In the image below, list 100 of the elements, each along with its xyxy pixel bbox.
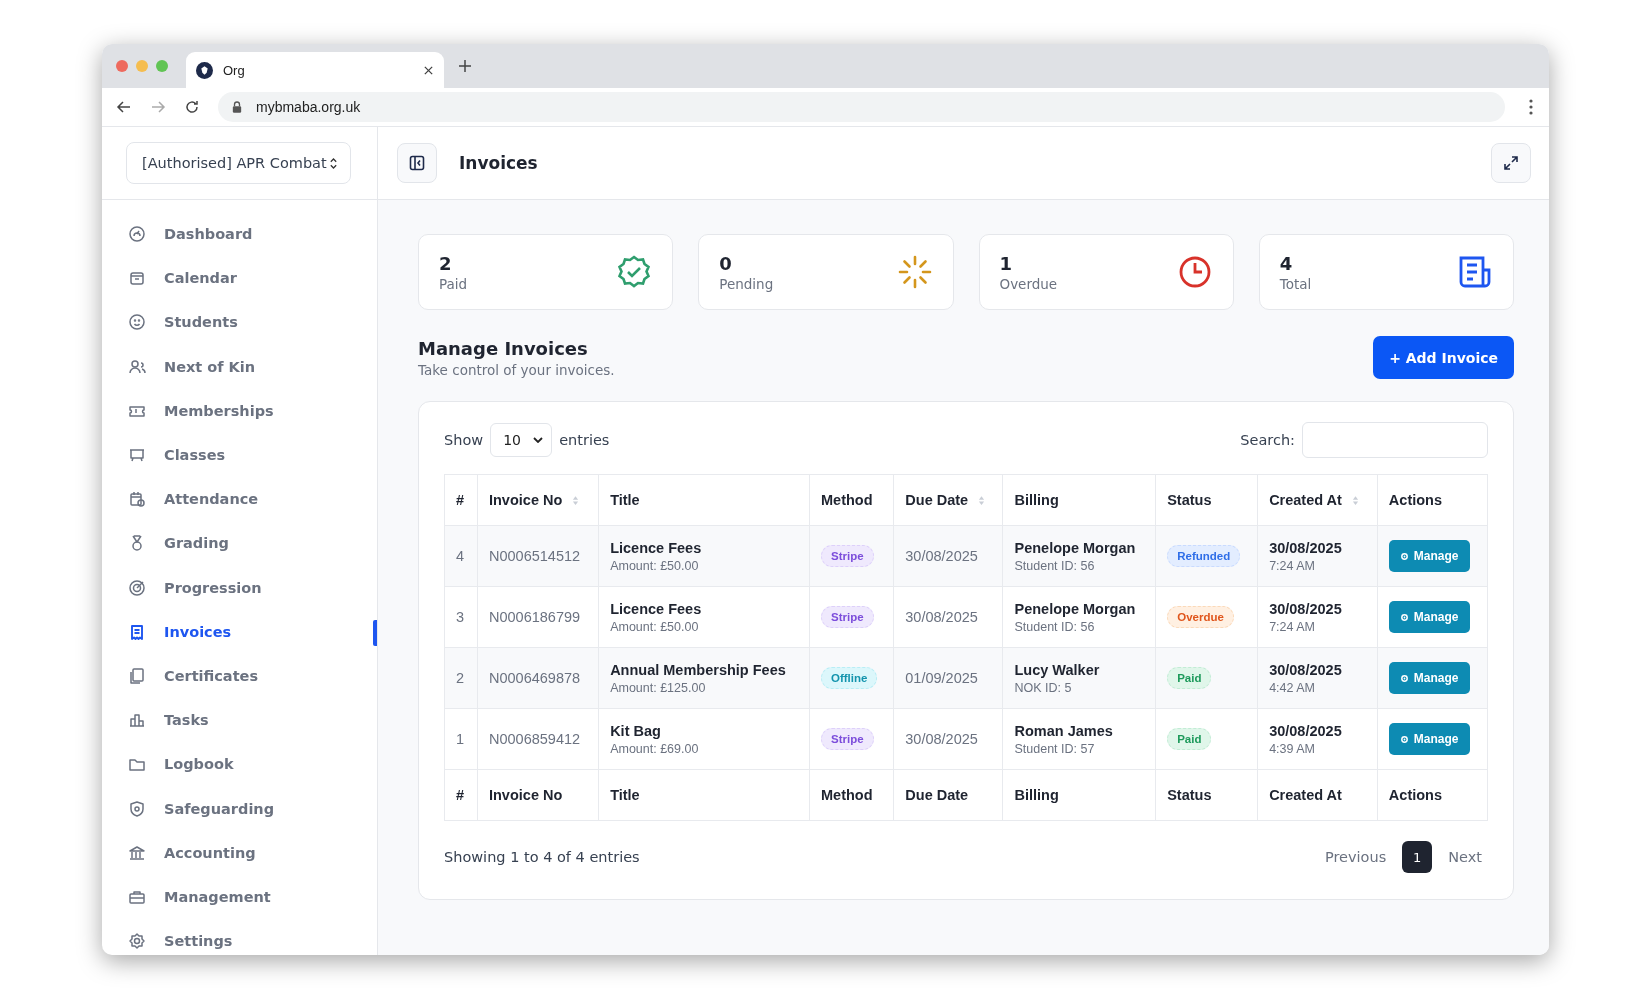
sidebar-toggle-button[interactable] (397, 143, 437, 183)
invoice-title: Kit Bag (610, 722, 662, 739)
calendar-clock-icon (127, 489, 147, 510)
billing-id: Student ID: 56 (1014, 619, 1096, 634)
sidebar-item[interactable]: Accounting (102, 830, 377, 875)
organisation-selector[interactable]: [Authorised] APR Combat (126, 142, 351, 184)
table-cell: N0006186799 (477, 586, 599, 648)
sidebar-item[interactable]: Calendar (102, 256, 377, 301)
sidebar-item[interactable]: Logbook (102, 742, 377, 787)
address-bar[interactable]: mybmaba.org.uk (218, 92, 1505, 122)
invoice-amount: Amount: £50.00 (610, 619, 700, 634)
active-indicator (373, 619, 377, 646)
sidebar-item[interactable]: Memberships (102, 388, 377, 433)
new-tab-icon[interactable] (458, 59, 472, 73)
column-footer: Due Date (893, 769, 1003, 821)
fullscreen-button[interactable] (1491, 143, 1531, 183)
settings-icon (127, 931, 147, 952)
manage-button[interactable]: Manage (1388, 601, 1470, 633)
page-title: Invoices (459, 153, 538, 173)
show-label: Show (444, 432, 484, 448)
search-field[interactable] (1302, 422, 1488, 458)
stat-value: 0 (719, 252, 733, 274)
status-badge: Paid (1167, 728, 1212, 750)
stat-value: 2 (439, 252, 453, 274)
status-badge: Overdue (1167, 606, 1234, 628)
browser-tab[interactable]: Org (186, 52, 444, 88)
sidebar-item[interactable]: Progression (102, 565, 377, 610)
sidebar-item[interactable]: Certificates (102, 653, 377, 699)
manage-button[interactable]: Manage (1388, 723, 1470, 755)
table-cell: N0006469878 (477, 647, 599, 709)
invoice-amount: Amount: £125.00 (610, 680, 707, 695)
site-logo-icon (196, 61, 213, 79)
method-badge: Stripe (821, 728, 874, 750)
section-subtitle: Take control of your invoices. (418, 361, 615, 378)
column-footer: Billing (1003, 769, 1156, 821)
previous-link[interactable]: Previous (1318, 849, 1393, 865)
column-header[interactable]: Invoice No (477, 474, 599, 526)
sidebar-item[interactable]: Students (102, 300, 377, 345)
table-cell: 01/09/2025 (893, 647, 1003, 709)
sidebar-item[interactable]: Attendance (102, 477, 377, 522)
sidebar-item[interactable]: Tasks (102, 698, 377, 743)
gear-icon (1399, 612, 1409, 622)
document-icon (1457, 254, 1493, 290)
reload-icon[interactable] (184, 99, 200, 115)
column-header: Method (809, 474, 894, 526)
column-header: Billing (1003, 474, 1156, 526)
column-header: # (444, 474, 478, 526)
sidebar-item[interactable]: Safeguarding (102, 786, 377, 831)
table-cell: 1 (444, 708, 478, 770)
documents-icon (127, 665, 147, 686)
column-footer: Created At (1257, 769, 1378, 821)
more-menu-icon[interactable] (1529, 99, 1533, 115)
entries-info: Showing 1 to 4 of 4 entries (444, 849, 640, 865)
column-footer: Actions (1377, 769, 1488, 821)
stat-label: Paid (439, 275, 468, 292)
created-date: 30/08/2025 (1269, 661, 1343, 678)
sidebar-item[interactable]: Classes (102, 432, 377, 478)
page-button[interactable]: 1 (1402, 841, 1433, 873)
sidebar-item[interactable]: Next of Kin (102, 344, 377, 389)
sidebar-item[interactable]: Invoices (102, 609, 377, 654)
created-time: 7:24 AM (1269, 558, 1316, 573)
close-icon[interactable] (423, 64, 434, 76)
created-date: 30/08/2025 (1269, 539, 1343, 556)
method-badge: Stripe (821, 606, 874, 628)
gear-icon (1399, 673, 1409, 683)
sidebar-item[interactable]: Dashboard (102, 212, 377, 257)
method-badge: Offline (821, 667, 878, 689)
billing-name: Lucy Walker (1014, 661, 1101, 678)
invoice-title: Licence Fees (610, 539, 703, 556)
invoice-title: Annual Membership Fees (610, 661, 787, 678)
column-header: Status (1155, 474, 1258, 526)
sidebar-item[interactable]: Settings (102, 919, 377, 955)
billing-id: Student ID: 56 (1014, 558, 1096, 573)
back-arrow-icon[interactable] (116, 99, 132, 115)
add-invoice-button[interactable]: + Add Invoice (1373, 336, 1514, 379)
stat-label: Overdue (999, 275, 1058, 292)
created-date: 30/08/2025 (1269, 722, 1343, 739)
table-cell: 3 (444, 586, 478, 648)
manage-button[interactable]: Manage (1388, 662, 1470, 694)
table-cell: 30/08/2025 (893, 525, 1003, 587)
sidebar-item[interactable]: Management (102, 874, 377, 919)
page-size-select[interactable]: 10 (490, 423, 553, 457)
billing-name: Penelope Morgan (1014, 539, 1137, 556)
manage-button[interactable]: Manage (1388, 540, 1470, 572)
shield-icon (127, 798, 147, 819)
sidebar-item[interactable]: Grading (102, 521, 377, 566)
created-time: 4:42 AM (1269, 680, 1316, 695)
column-footer: Method (809, 769, 894, 821)
url-text: mybmaba.org.uk (256, 99, 361, 115)
method-badge: Stripe (821, 545, 874, 567)
column-footer: Title (598, 769, 810, 821)
stat-value: 1 (999, 252, 1014, 274)
stat-label: Pending (719, 275, 774, 292)
invoice-amount: Amount: £50.00 (610, 558, 700, 573)
table-cell: 30/08/2025 (893, 708, 1003, 770)
next-link[interactable]: Next (1442, 849, 1488, 865)
status-badge: Paid (1167, 667, 1212, 689)
column-header[interactable]: Created At (1257, 474, 1378, 526)
chevron-up-down-icon (328, 156, 338, 170)
column-header[interactable]: Due Date (893, 474, 1003, 526)
